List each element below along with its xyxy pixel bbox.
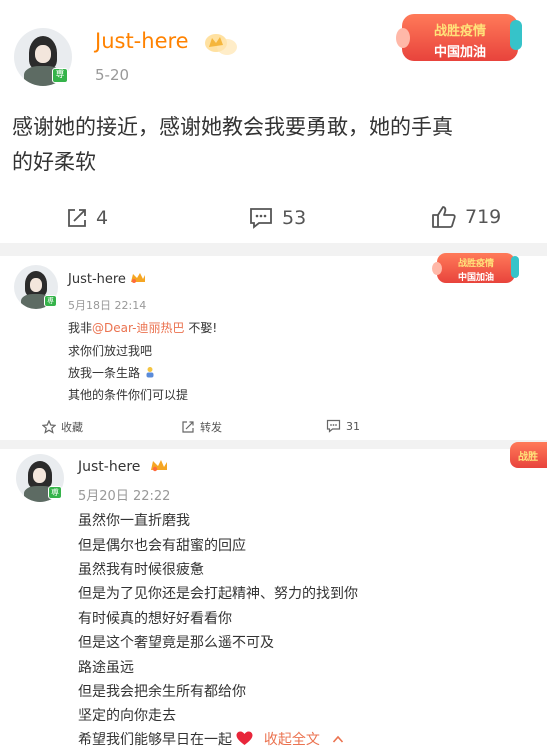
banner-line2: 中国加油 — [457, 273, 494, 283]
repost-icon — [182, 421, 194, 433]
post-text-line1: 我非@Dear-迪丽热巴 不娶! — [68, 319, 217, 336]
post-line: 有时候真的想好好看看你 — [78, 611, 232, 627]
repost-button[interactable]: 4 — [66, 207, 108, 229]
mention-link[interactable]: @Dear-迪丽热巴 — [92, 321, 184, 335]
post-text-line1: 感谢她的接近，感谢她教会我要勇敢，她的手真 — [12, 115, 453, 139]
repost-icon — [68, 209, 86, 227]
comment-count: 53 — [282, 207, 307, 229]
verified-badge-icon: 尃 — [44, 295, 57, 307]
banner-line1: 战胜疫情 — [433, 24, 486, 39]
repost-label: 转发 — [200, 421, 222, 434]
post-line: 希望我们能够早日在一起 — [78, 732, 232, 748]
verified-badge-icon: 尃 — [48, 486, 62, 499]
banner-fight-epidemic[interactable]: 战胜 — [510, 442, 547, 468]
banner-line1: 战胜疫情 — [457, 259, 494, 269]
post-date: 5-20 — [95, 66, 130, 84]
chevron-up-icon[interactable] — [332, 734, 344, 744]
repost-count: 4 — [96, 207, 109, 229]
person-emoji-icon — [146, 367, 154, 378]
crown-icon — [151, 460, 167, 472]
username[interactable]: Just-here — [95, 29, 189, 53]
post-text-line3: 放我一条生路 — [68, 364, 156, 381]
post-line: 但是这个奢望竟是那么遥不可及 — [78, 635, 274, 651]
post-line: 但是偶尔也会有甜蜜的回应 — [78, 538, 246, 554]
post-line: 路途虽远 — [78, 660, 134, 676]
comment-button[interactable]: 53 — [249, 207, 306, 229]
post-text-line4: 其他的条件你们可以提 — [68, 388, 189, 402]
like-button[interactable]: 719 — [431, 205, 501, 229]
post-line: 虽然你一直折磨我 — [78, 513, 190, 529]
star-icon — [42, 420, 56, 434]
text-line3: 放我一条生路 — [68, 366, 141, 380]
comment-count: 31 — [346, 419, 360, 433]
banner-line1: 战胜 — [518, 452, 538, 463]
username[interactable]: Just-here — [68, 272, 126, 287]
post-line: 虽然我有时候很疲惫 — [78, 562, 204, 578]
text-suffix: 不娶! — [184, 321, 218, 335]
text-prefix: 我非 — [68, 321, 93, 335]
favorite-button[interactable]: 收藏 — [42, 419, 83, 435]
comment-icon — [326, 419, 341, 433]
username[interactable]: Just-here — [78, 459, 140, 475]
repost-button[interactable]: 转发 — [181, 419, 222, 435]
divider — [0, 440, 547, 449]
heart-icon — [236, 731, 253, 745]
post-text-line2: 求你们放过我吧 — [68, 344, 153, 358]
thumbs-up-icon — [432, 206, 456, 228]
post-date: 5月18日 22:14 — [68, 299, 147, 312]
post-text-line2: 的好柔软 — [12, 150, 96, 174]
favorite-label: 收藏 — [61, 421, 83, 434]
post-line-last: 希望我们能够早日在一起 收起全文 — [78, 729, 344, 749]
post-line: 坚定的向你走去 — [78, 708, 176, 724]
collapse-full-text-link[interactable]: 收起全文 — [264, 732, 320, 748]
comment-button[interactable]: 31 — [326, 419, 360, 433]
verified-badge-icon: 尃 — [52, 68, 68, 83]
banner-fight-epidemic[interactable]: 战胜疫情 中国加油 — [396, 14, 522, 61]
post-line: 但是我会把余生所有都给你 — [78, 684, 246, 700]
crown-icon — [205, 34, 237, 55]
comment-icon — [250, 208, 272, 229]
banner-fight-epidemic[interactable]: 战胜疫情 中国加油 — [432, 253, 519, 283]
banner-line2: 中国加油 — [433, 45, 486, 60]
like-count: 719 — [465, 206, 502, 228]
post-line: 但是为了见你还是会打起精神、努力的找到你 — [78, 586, 358, 602]
crown-icon — [131, 273, 145, 283]
post-date: 5月20日 22:22 — [78, 489, 171, 504]
